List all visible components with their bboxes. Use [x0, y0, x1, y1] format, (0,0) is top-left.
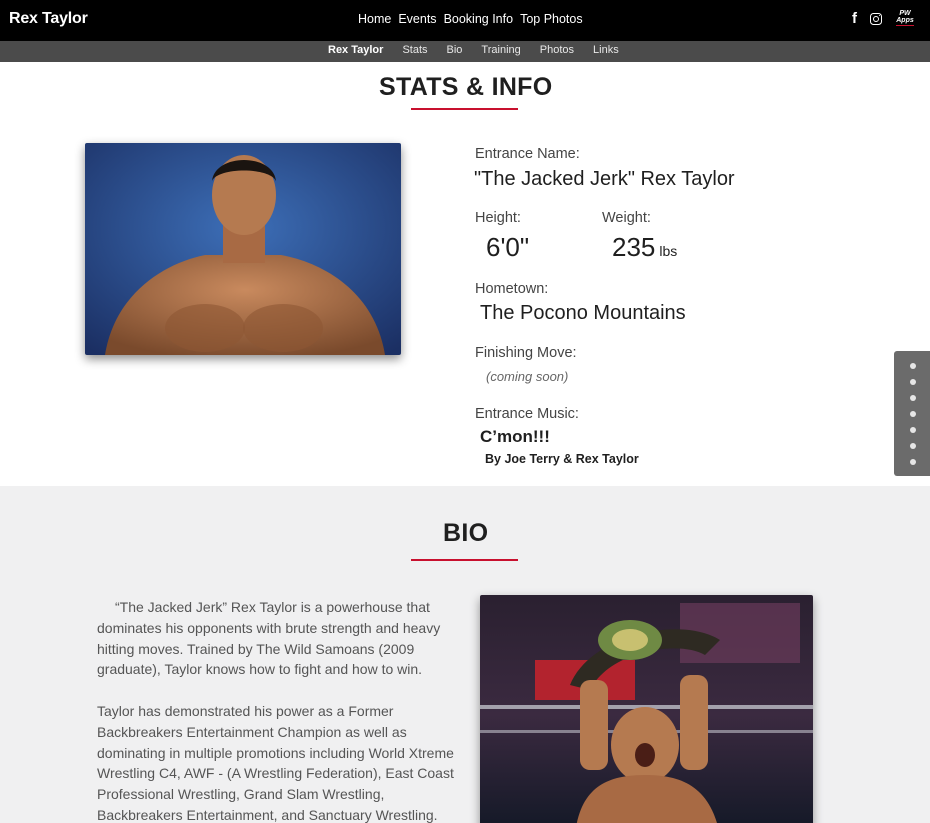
belt-photo-image	[480, 595, 813, 823]
wrestler-portrait-photo	[85, 143, 401, 355]
dot-nav-item[interactable]	[910, 443, 916, 449]
subnav-training[interactable]: Training	[481, 44, 520, 56]
stats-title-rule	[411, 108, 518, 110]
main-nav: Home Events Booking Info Top Photos	[358, 12, 590, 26]
hometown-label: Hometown:	[475, 281, 549, 297]
pw-apps-underline	[896, 25, 914, 26]
subnav-stats[interactable]: Stats	[402, 44, 427, 56]
weight-value-wrap: 235 lbs	[612, 232, 677, 263]
entrance-music-title: C’mon!!!	[480, 427, 550, 446]
sub-navbar: Rex Taylor Stats Bio Training Photos Lin…	[0, 41, 930, 62]
dot-nav-item[interactable]	[910, 459, 916, 465]
dot-nav-item[interactable]	[910, 427, 916, 433]
instagram-icon[interactable]	[870, 12, 882, 25]
dot-nav-item[interactable]	[910, 363, 916, 369]
social-links: f PW Apps	[852, 10, 914, 26]
hometown-value: The Pocono Mountains	[480, 302, 686, 324]
facebook-icon[interactable]: f	[852, 11, 857, 26]
subnav-photos[interactable]: Photos	[540, 44, 574, 56]
nav-events[interactable]: Events	[398, 12, 436, 26]
weight-label: Weight:	[602, 210, 651, 226]
stats-title: STATS & INFO	[379, 73, 553, 101]
section-nav: Rex Taylor Stats Bio Training Photos Lin…	[328, 44, 638, 56]
finishing-move-value: (coming soon)	[486, 369, 569, 384]
dot-nav-item[interactable]	[910, 411, 916, 417]
height-label: Height:	[475, 210, 521, 226]
bio-title: BIO	[443, 519, 489, 547]
height-value: 6'0"	[486, 232, 530, 262]
pw-apps-line1: PW	[899, 10, 911, 17]
top-navbar: Rex Taylor Home Events Booking Info Top …	[0, 0, 930, 41]
subnav-links[interactable]: Links	[593, 44, 619, 56]
section-dots-nav	[894, 351, 930, 476]
entrance-music-label: Entrance Music:	[475, 406, 579, 422]
portrait-image	[85, 143, 401, 355]
dot-nav-item[interactable]	[910, 395, 916, 401]
weight-value: 235	[612, 232, 656, 262]
nav-home[interactable]: Home	[358, 12, 391, 26]
brand-logo[interactable]: Rex Taylor	[9, 10, 88, 28]
entrance-name-value: "The Jacked Jerk" Rex Taylor	[474, 168, 735, 190]
subnav-bio[interactable]: Bio	[447, 44, 463, 56]
nav-top-photos[interactable]: Top Photos	[520, 12, 583, 26]
pw-apps-icon[interactable]: PW Apps	[896, 10, 914, 26]
bio-paragraph-2: Taylor has demonstrated his power as a F…	[97, 703, 454, 823]
entrance-music-credit: By Joe Terry & Rex Taylor	[485, 452, 639, 466]
subnav-rex-taylor[interactable]: Rex Taylor	[328, 44, 383, 56]
bio-paragraph-1: “The Jacked Jerk” Rex Taylor is a powerh…	[97, 599, 441, 678]
entrance-name-label: Entrance Name:	[475, 146, 580, 162]
pw-apps-line2: Apps	[896, 17, 914, 24]
bio-title-rule	[411, 559, 518, 561]
nav-booking-info[interactable]: Booking Info	[444, 12, 514, 26]
championship-belt-photo	[480, 595, 813, 823]
weight-unit: lbs	[659, 243, 678, 259]
finishing-move-label: Finishing Move:	[475, 345, 577, 361]
dot-nav-item[interactable]	[910, 379, 916, 385]
